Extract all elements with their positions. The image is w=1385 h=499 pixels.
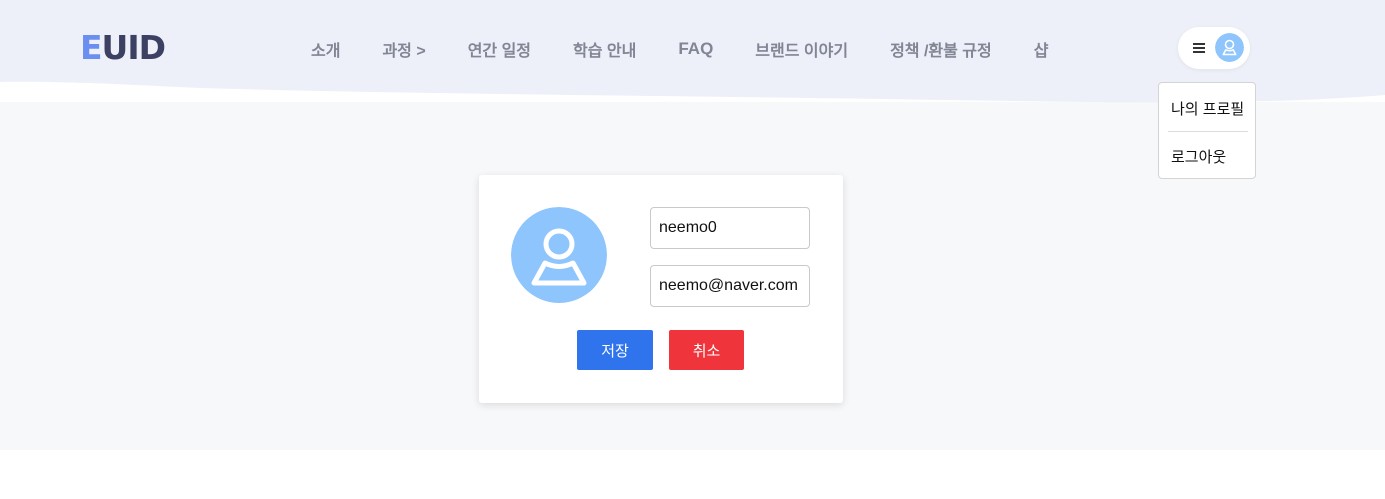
hamburger-icon (1193, 43, 1207, 53)
nav-item-shop[interactable]: 샵 (1013, 37, 1070, 61)
username-field[interactable] (650, 207, 810, 249)
menu-item-logout[interactable]: 로그아웃 (1171, 146, 1226, 167)
email-field[interactable] (650, 265, 810, 307)
save-button[interactable]: 저장 (577, 330, 653, 370)
logo-text: UID (101, 27, 166, 67)
menu-item-my-profile[interactable]: 나의 프로필 (1171, 98, 1244, 119)
nav-item-schedule[interactable]: 연간 일정 (447, 37, 552, 61)
nav-item-refund-policy[interactable]: 정책 /환불 규정 (869, 37, 1013, 61)
nav-item-brand-story[interactable]: 브랜드 이야기 (734, 37, 869, 61)
user-avatar-icon (1215, 33, 1244, 62)
profile-card: 저장 취소 (479, 175, 843, 403)
user-avatar-icon (511, 207, 607, 303)
user-menu-button[interactable] (1178, 27, 1250, 69)
page: E UID 소개 과정 > 연간 일정 학습 안내 FAQ 브랜드 이야기 정책 … (0, 0, 1385, 499)
nav-item-learning-guide[interactable]: 학습 안내 (552, 37, 657, 61)
logo-letter: E (80, 27, 103, 67)
nav-item-faq[interactable]: FAQ (657, 39, 734, 59)
nav-item-courses[interactable]: 과정 > (361, 37, 446, 61)
divider (1168, 131, 1248, 132)
main-nav: 소개 과정 > 연간 일정 학습 안내 FAQ 브랜드 이야기 정책 /환불 규… (290, 34, 1069, 64)
user-dropdown-menu: 나의 프로필 로그아웃 (1158, 82, 1256, 179)
logo[interactable]: E UID (80, 27, 166, 67)
nav-item-intro[interactable]: 소개 (290, 37, 361, 61)
cancel-button[interactable]: 취소 (669, 330, 744, 370)
